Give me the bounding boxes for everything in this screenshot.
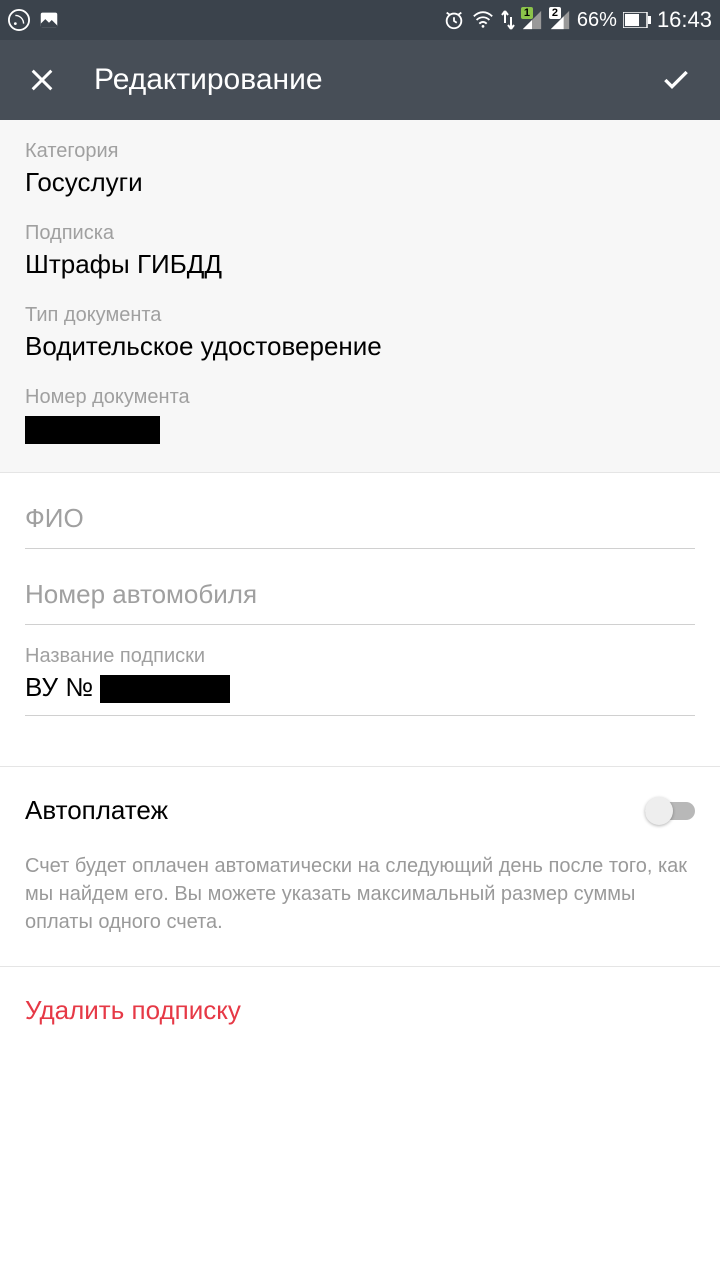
info-block: Категория Госуслуги Подписка Штрафы ГИБД… <box>0 120 720 472</box>
confirm-button[interactable] <box>652 56 700 104</box>
picture-icon <box>38 9 60 31</box>
subscription-field[interactable]: Подписка Штрафы ГИБДД <box>25 222 695 280</box>
subscription-name-prefix: ВУ № <box>25 672 100 702</box>
delete-block: Удалить подписку <box>0 967 720 1054</box>
doc-type-field[interactable]: Тип документа Водительское удостоверение <box>25 304 695 362</box>
status-bar: 1 2 66% 16:43 <box>0 0 720 40</box>
delete-subscription-button[interactable]: Удалить подписку <box>25 995 695 1026</box>
doc-number-label: Номер документа <box>25 386 695 409</box>
alarm-icon <box>443 9 465 31</box>
viber-icon <box>8 9 30 31</box>
battery-icon <box>623 12 651 28</box>
data-arrows-icon <box>501 9 515 31</box>
toggle-thumb <box>645 797 673 825</box>
autopay-title: Автоплатеж <box>25 795 168 826</box>
subscription-name-field[interactable]: Название подписки ВУ № <box>25 625 695 716</box>
status-left <box>8 9 60 31</box>
subscription-label: Подписка <box>25 222 695 245</box>
signal-sim2-icon: 2 <box>549 9 571 31</box>
category-label: Категория <box>25 140 695 163</box>
status-right: 1 2 66% 16:43 <box>443 7 712 33</box>
car-number-input[interactable] <box>25 579 695 610</box>
autopay-block: Автоплатеж Счет будет оплачен автоматиче… <box>0 767 720 966</box>
wifi-icon <box>471 9 495 31</box>
sim1-badge: 1 <box>521 7 533 19</box>
doc-type-value: Водительское удостоверение <box>25 331 695 362</box>
sim2-badge: 2 <box>549 7 561 19</box>
subscription-value: Штрафы ГИБДД <box>25 249 695 280</box>
app-header: Редактирование <box>0 40 720 120</box>
doc-type-label: Тип документа <box>25 304 695 327</box>
page-title: Редактирование <box>94 63 652 97</box>
doc-number-value <box>25 413 695 444</box>
check-icon <box>660 64 692 96</box>
fio-field[interactable] <box>25 473 695 549</box>
autopay-description: Счет будет оплачен автоматически на след… <box>25 852 695 936</box>
category-field[interactable]: Категория Госуслуги <box>25 140 695 198</box>
subscription-name-label: Название подписки <box>25 645 695 668</box>
category-value: Госуслуги <box>25 167 695 198</box>
subscription-name-value: ВУ № <box>25 672 695 703</box>
autopay-toggle[interactable] <box>645 796 695 826</box>
close-icon <box>28 66 56 94</box>
doc-number-field[interactable]: Номер документа <box>25 386 695 444</box>
car-number-field[interactable] <box>25 549 695 625</box>
form-block: Название подписки ВУ № <box>0 473 720 766</box>
clock-text: 16:43 <box>657 7 712 33</box>
battery-pct: 66% <box>577 9 617 32</box>
close-button[interactable] <box>20 58 64 102</box>
fio-input[interactable] <box>25 503 695 534</box>
signal-sim1-icon: 1 <box>521 9 543 31</box>
